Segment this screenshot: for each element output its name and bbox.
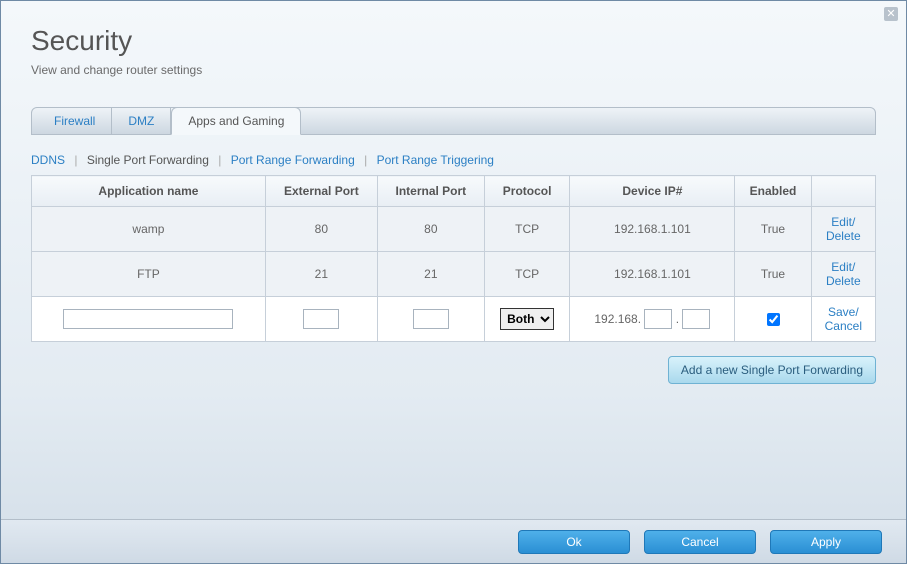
subnav-single-port-forwarding[interactable]: Single Port Forwarding <box>87 153 209 167</box>
sub-nav: DDNS | Single Port Forwarding | Port Ran… <box>31 153 876 167</box>
separator: | <box>218 153 221 167</box>
ip-octet-4-input[interactable] <box>682 309 710 329</box>
edit-link[interactable]: Edit/ <box>818 260 869 274</box>
delete-link[interactable]: Delete <box>818 274 869 288</box>
col-application-name: Application name <box>32 176 266 207</box>
separator: | <box>364 153 367 167</box>
footer: Ok Cancel Apply <box>1 519 906 563</box>
cancel-link[interactable]: Cancel <box>818 319 869 333</box>
cell-int: 80 <box>377 207 484 252</box>
tab-firewall[interactable]: Firewall <box>38 108 112 134</box>
row-save-cancel[interactable]: Save/ Cancel <box>818 305 869 333</box>
edit-link[interactable]: Edit/ <box>818 215 869 229</box>
save-link[interactable]: Save/ <box>818 305 869 319</box>
application-name-input[interactable] <box>63 309 233 329</box>
delete-link[interactable]: Delete <box>818 229 869 243</box>
row-edit-delete[interactable]: Edit/ Delete <box>818 215 869 243</box>
table-row: wamp 80 80 TCP 192.168.1.101 True Edit/ … <box>32 207 876 252</box>
cancel-button[interactable]: Cancel <box>644 530 756 554</box>
col-internal-port: Internal Port <box>377 176 484 207</box>
ip-dot: . <box>676 312 679 326</box>
col-actions <box>811 176 875 207</box>
tab-bar: Firewall DMZ Apps and Gaming <box>31 107 876 135</box>
cell-ip: 192.168.1.101 <box>570 207 735 252</box>
cell-ext: 80 <box>265 207 377 252</box>
col-protocol: Protocol <box>484 176 570 207</box>
col-device-ip: Device IP# <box>570 176 735 207</box>
cell-app: wamp <box>32 207 266 252</box>
apply-button[interactable]: Apply <box>770 530 882 554</box>
enabled-checkbox[interactable] <box>767 313 780 326</box>
cell-enabled: True <box>735 252 811 297</box>
subnav-port-range-triggering[interactable]: Port Range Triggering <box>377 153 494 167</box>
table-row: FTP 21 21 TCP 192.168.1.101 True Edit/ D… <box>32 252 876 297</box>
add-row-area: Add a new Single Port Forwarding <box>31 356 876 384</box>
cell-enabled: True <box>735 207 811 252</box>
tab-dmz[interactable]: DMZ <box>112 108 171 134</box>
cell-ip: 192.168.1.101 <box>570 252 735 297</box>
ip-prefix: 192.168. <box>594 312 641 326</box>
protocol-select[interactable]: Both TCP UDP <box>500 308 554 330</box>
cell-ext: 21 <box>265 252 377 297</box>
tab-apps-and-gaming[interactable]: Apps and Gaming <box>171 107 301 135</box>
add-single-port-forwarding-button[interactable]: Add a new Single Port Forwarding <box>668 356 876 384</box>
ok-button[interactable]: Ok <box>518 530 630 554</box>
port-forwarding-table: Application name External Port Internal … <box>31 175 876 342</box>
header: Security View and change router settings <box>1 1 906 87</box>
internal-port-input[interactable] <box>413 309 449 329</box>
external-port-input[interactable] <box>303 309 339 329</box>
ip-octet-3-input[interactable] <box>644 309 672 329</box>
subnav-ddns[interactable]: DDNS <box>31 153 65 167</box>
col-enabled: Enabled <box>735 176 811 207</box>
separator: | <box>74 153 77 167</box>
cell-int: 21 <box>377 252 484 297</box>
cell-proto: TCP <box>484 252 570 297</box>
cell-proto: TCP <box>484 207 570 252</box>
table-edit-row: Both TCP UDP 192.168. . Save/ Cancel <box>32 297 876 342</box>
cell-app: FTP <box>32 252 266 297</box>
row-edit-delete[interactable]: Edit/ Delete <box>818 260 869 288</box>
subnav-port-range-forwarding[interactable]: Port Range Forwarding <box>231 153 355 167</box>
page-subtitle: View and change router settings <box>31 63 876 77</box>
page-title: Security <box>31 25 876 57</box>
security-panel: ✕ Security View and change router settin… <box>0 0 907 564</box>
col-external-port: External Port <box>265 176 377 207</box>
close-icon[interactable]: ✕ <box>884 7 898 21</box>
